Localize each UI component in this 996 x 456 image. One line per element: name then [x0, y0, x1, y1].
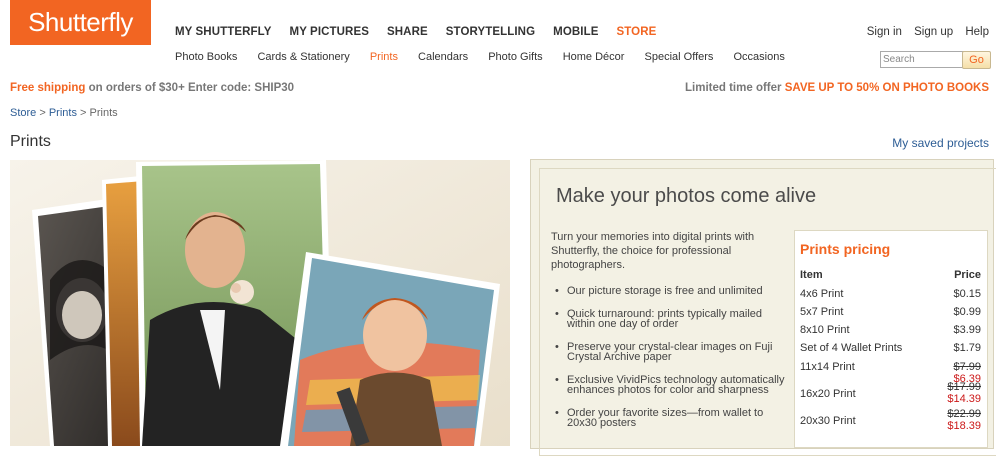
- pricing-item: 20x30 Print: [800, 415, 856, 427]
- pricing-price: $0.99: [953, 306, 981, 318]
- subnav-cards-stationery[interactable]: Cards & Stationery: [257, 51, 349, 63]
- feature-item: • Order your favorite sizes—from wallet t…: [551, 406, 786, 429]
- limited-offer-label: Limited time offer: [685, 82, 785, 94]
- pricing-sale-price: $14.39: [947, 393, 981, 405]
- subnav-occasions[interactable]: Occasions: [733, 51, 784, 63]
- nav-my-shutterfly[interactable]: MY SHUTTERFLY: [175, 26, 272, 38]
- feature-text: Preserve your crystal-clear images on Fu…: [567, 340, 773, 363]
- subnav-photo-books[interactable]: Photo Books: [175, 51, 237, 63]
- breadcrumb-separator: >: [36, 107, 49, 119]
- pricing-title: Prints pricing: [800, 241, 891, 257]
- feature-text: Exclusive VividPics technology automatic…: [567, 373, 785, 396]
- free-shipping-detail: on orders of $30+ Enter code: SHIP30: [85, 82, 295, 94]
- feature-text: Our picture storage is free and unlimite…: [567, 285, 763, 297]
- hero-photo-collage: [10, 160, 510, 446]
- bullet-icon: •: [555, 373, 559, 386]
- free-shipping-label: Free shipping: [10, 82, 86, 94]
- sign-up-link[interactable]: Sign up: [914, 26, 953, 38]
- page-title: Prints: [10, 133, 51, 150]
- feature-text: Order your favorite sizes—from wallet to…: [567, 406, 764, 429]
- subnav-photo-gifts[interactable]: Photo Gifts: [488, 51, 542, 63]
- pricing-item: 4x6 Print: [800, 288, 844, 300]
- nav-storytelling[interactable]: STORYTELLING: [446, 26, 535, 38]
- feature-item: • Our picture storage is free and unlimit…: [551, 286, 786, 297]
- my-saved-projects-link[interactable]: My saved projects: [892, 136, 989, 150]
- nav-store[interactable]: STORE: [616, 26, 656, 38]
- subnav-calendars[interactable]: Calendars: [418, 51, 468, 63]
- panel-intro-text: Turn your memories into digital prints w…: [551, 231, 755, 271]
- breadcrumb-separator: >: [76, 107, 90, 119]
- nav-my-pictures[interactable]: MY PICTURES: [290, 26, 369, 38]
- pricing-price: $1.79: [953, 342, 981, 354]
- bullet-icon: •: [555, 307, 559, 320]
- pricing-col-item: Item: [800, 269, 823, 281]
- limited-offer-detail: SAVE UP TO 50% ON PHOTO BOOKS: [784, 82, 989, 94]
- bullet-icon: •: [555, 406, 559, 419]
- feature-text: Quick turnaround: prints typically maile…: [567, 307, 763, 330]
- free-shipping-promo[interactable]: Free shipping on orders of $30+ Enter co…: [10, 82, 294, 94]
- feature-item: • Quick turnaround: prints typically mail…: [551, 307, 786, 330]
- prints-pricing-box: Prints pricing Item Price 4x6 Print $0.1…: [794, 230, 988, 448]
- feature-item: • Preserve your crystal-clear images on F…: [551, 340, 786, 363]
- subnav-home-decor[interactable]: Home Décor: [563, 51, 625, 63]
- store-subnav: Photo Books Cards & Stationery Prints Ca…: [175, 51, 802, 63]
- bullet-icon: •: [555, 285, 559, 297]
- pricing-item: 8x10 Print: [800, 324, 850, 336]
- pricing-price: $22.99 $18.39: [947, 408, 981, 432]
- pricing-item: Set of 4 Wallet Prints: [800, 342, 903, 354]
- subnav-special-offers[interactable]: Special Offers: [645, 51, 714, 63]
- pricing-item: 5x7 Print: [800, 306, 844, 318]
- breadcrumb-store[interactable]: Store: [10, 107, 36, 119]
- pricing-old-price: $22.99: [947, 408, 981, 420]
- search-input[interactable]: Search: [880, 51, 964, 68]
- pricing-price: $0.15: [953, 288, 981, 300]
- nav-mobile[interactable]: MOBILE: [553, 26, 598, 38]
- sign-in-link[interactable]: Sign in: [867, 26, 902, 38]
- account-links: Sign in Sign up Help: [858, 26, 989, 38]
- pricing-old-price: $17.99: [947, 381, 981, 393]
- breadcrumb: Store > Prints > Prints: [10, 107, 118, 119]
- pricing-sale-price: $18.39: [947, 420, 981, 432]
- shutterfly-logo[interactable]: Shutterfly: [10, 0, 151, 45]
- subnav-prints[interactable]: Prints: [370, 51, 398, 63]
- nav-share[interactable]: SHARE: [387, 26, 428, 38]
- breadcrumb-prints[interactable]: Prints: [49, 107, 77, 119]
- panel-headline: Make your photos come alive: [556, 185, 817, 207]
- photo-boy-guitar: [280, 252, 500, 446]
- help-link[interactable]: Help: [965, 26, 989, 38]
- feature-item: • Exclusive VividPics technology automati…: [551, 373, 786, 396]
- pricing-old-price: $7.99: [953, 361, 981, 373]
- limited-offer-promo[interactable]: Limited time offer SAVE UP TO 50% ON PHO…: [685, 82, 989, 94]
- search-go-button[interactable]: Go: [962, 51, 991, 69]
- pricing-item: 16x20 Print: [800, 388, 856, 400]
- feature-list: • Our picture storage is free and unlimit…: [551, 286, 786, 441]
- main-nav: MY SHUTTERFLY MY PICTURES SHARE STORYTEL…: [175, 26, 674, 38]
- breadcrumb-current: Prints: [89, 107, 118, 119]
- pricing-item: 11x14 Print: [800, 361, 855, 373]
- pricing-col-price: Price: [954, 269, 981, 281]
- photo-collage-illustration: [10, 160, 510, 446]
- pricing-price: $17.99 $14.39: [947, 381, 981, 405]
- pricing-price: $3.99: [953, 324, 981, 336]
- bullet-icon: •: [555, 340, 559, 353]
